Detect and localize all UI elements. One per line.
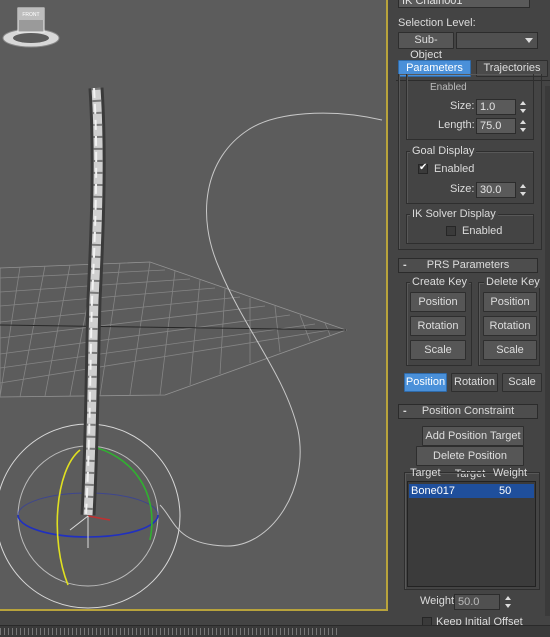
goal-enabled-label: Enabled xyxy=(434,163,475,175)
size-label: Size: xyxy=(450,100,475,112)
goal-enabled-checkbox[interactable] xyxy=(418,162,428,174)
target-name: Bone017 xyxy=(411,485,456,497)
sub-object-button[interactable]: Sub-Object xyxy=(398,32,454,61)
add-position-target-button[interactable]: Add Position Target xyxy=(422,426,524,446)
target-column-header: Target xyxy=(410,467,441,479)
ik-bone-chain xyxy=(80,87,106,516)
goal-display-title: Goal Display xyxy=(410,145,477,157)
prs-parameters-title: PRS Parameters xyxy=(426,259,510,271)
prs-parameters-rollout-header[interactable]: - PRS Parameters xyxy=(398,258,538,273)
target-listbox[interactable]: Bone017 50 xyxy=(407,481,536,587)
create-key-position-button[interactable]: Position xyxy=(410,292,466,312)
command-panel: IK Chain001 Selection Level: Sub-Object … xyxy=(388,0,550,637)
timeline-strip[interactable] xyxy=(0,625,550,637)
create-key-scale-button[interactable]: Scale xyxy=(410,340,466,360)
ik-solver-enabled-label: Enabled xyxy=(462,225,503,237)
size-spinner-field[interactable]: 1.0 xyxy=(476,99,516,115)
weight-label: Weight xyxy=(420,595,455,607)
ground-grid xyxy=(0,261,348,398)
table-row[interactable]: Bone017 50 xyxy=(409,484,534,498)
mode-tab-position[interactable]: Position xyxy=(404,373,447,392)
viewcube-label: FRONT xyxy=(22,12,39,18)
weight-spinner-arrows-icon[interactable] xyxy=(504,595,513,609)
viewport-scene[interactable] xyxy=(0,0,388,611)
trajectory-path xyxy=(159,112,383,547)
weight-field[interactable]: 50.0 xyxy=(454,594,500,610)
panel-scrollbar[interactable] xyxy=(545,86,550,616)
mode-tab-rotation[interactable]: Rotation xyxy=(451,373,498,392)
sub-object-dropdown[interactable] xyxy=(456,32,538,49)
mode-tab-scale[interactable]: Scale xyxy=(502,373,542,392)
position-constraint-rollout-header[interactable]: - Position Constraint xyxy=(398,404,538,419)
length-label: Length: xyxy=(438,119,475,131)
weight-column-header: Weight xyxy=(493,467,528,479)
delete-key-title: Delete Key xyxy=(484,276,542,288)
position-constraint-title: Position Constraint xyxy=(421,405,515,417)
delete-position-target-button[interactable]: Delete Position Target xyxy=(416,446,524,480)
ik-solver-enabled-checkbox[interactable] xyxy=(446,226,456,236)
target-weight: 50 xyxy=(499,485,512,497)
chevron-down-icon xyxy=(525,38,533,43)
goal-size-spinner-arrows-icon[interactable] xyxy=(519,183,528,197)
delete-key-scale-button[interactable]: Scale xyxy=(483,340,537,360)
length-spinner-field[interactable]: 75.0 xyxy=(476,118,516,134)
partial-enabled-label: Enabled xyxy=(430,82,467,93)
viewcube-icon[interactable]: FRONT xyxy=(0,0,62,52)
size-spinner-arrows-icon[interactable] xyxy=(519,100,528,114)
goal-size-field[interactable]: 30.0 xyxy=(476,182,516,198)
length-spinner-arrows-icon[interactable] xyxy=(519,119,528,133)
ik-solver-display-title: IK Solver Display xyxy=(410,208,498,220)
goal-size-label: Size: xyxy=(450,183,475,195)
timeline-ticks xyxy=(0,628,340,635)
perspective-viewport[interactable]: FRONT xyxy=(0,0,388,611)
delete-key-position-button[interactable]: Position xyxy=(483,292,537,312)
object-name-field[interactable]: IK Chain001 xyxy=(398,0,530,8)
selection-level-label: Selection Level: xyxy=(398,17,476,29)
create-key-rotation-button[interactable]: Rotation xyxy=(410,316,466,336)
delete-key-rotation-button[interactable]: Rotation xyxy=(483,316,537,336)
create-key-title: Create Key xyxy=(410,276,470,288)
